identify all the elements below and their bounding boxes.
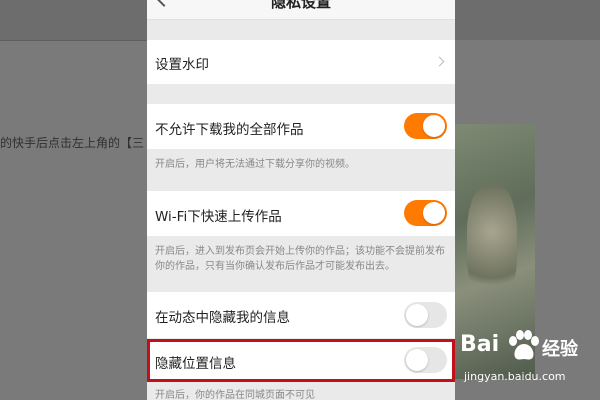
- baidu-jingyan-watermark: Bai 经验 jingyan.baidu.com: [460, 330, 590, 392]
- toggle-knob: [423, 115, 445, 137]
- watermark-jingyan-text: 经验: [542, 339, 578, 360]
- watermark-logo-text: Bai: [460, 332, 500, 357]
- watermark-url: jingyan.baidu.com: [464, 370, 566, 383]
- chevron-right-icon: [434, 56, 445, 67]
- toggle-wifi-upload[interactable]: [404, 200, 447, 226]
- paw-icon: [509, 330, 539, 360]
- setting-label-no-download: 不允许下载我的全部作品: [155, 122, 304, 138]
- toggle-no-download[interactable]: [404, 113, 447, 139]
- hint-wifi-upload: 开启后，进入到发布页会开始上传你的作品；该功能不会提前发布你的作品，只有当你确认…: [155, 246, 445, 272]
- toggle-hide-location[interactable]: [404, 347, 447, 373]
- hint-no-download: 开启后，用户将无法通过下载分享你的视频。: [155, 159, 355, 170]
- nav-bar: 隐私设置: [147, 0, 455, 20]
- setting-row-hide-in-feed: 在动态中隐藏我的信息: [147, 292, 455, 338]
- hint-hide-location: 开启后，你的作品在同城页面不可见: [155, 390, 315, 400]
- page-title: 隐私设置: [270, 0, 331, 11]
- toggle-knob: [406, 349, 428, 371]
- setting-label-hide-in-feed: 在动态中隐藏我的信息: [155, 310, 290, 326]
- phone-screen: 隐私设置 设置水印 不允许下载我的全部作品 开启后，用户将无法通过下载分享你的视…: [147, 0, 455, 400]
- background-article-text: 的快手后点击左上角的【三: [0, 136, 145, 150]
- setting-row-wifi-upload: Wi-Fi下快速上传作品: [147, 191, 455, 236]
- setting-row-hide-location: 隐藏位置信息: [147, 339, 455, 382]
- toggle-knob: [406, 304, 428, 326]
- toggle-knob: [423, 202, 445, 224]
- setting-row-no-download: 不允许下载我的全部作品: [147, 104, 455, 149]
- setting-label-wifi-upload: Wi-Fi下快速上传作品: [155, 209, 282, 225]
- setting-label-watermark: 设置水印: [155, 57, 209, 73]
- background-divider: [0, 40, 148, 41]
- toggle-hide-in-feed[interactable]: [404, 302, 447, 328]
- setting-row-watermark[interactable]: 设置水印: [147, 40, 455, 84]
- setting-label-hide-location: 隐藏位置信息: [155, 356, 236, 372]
